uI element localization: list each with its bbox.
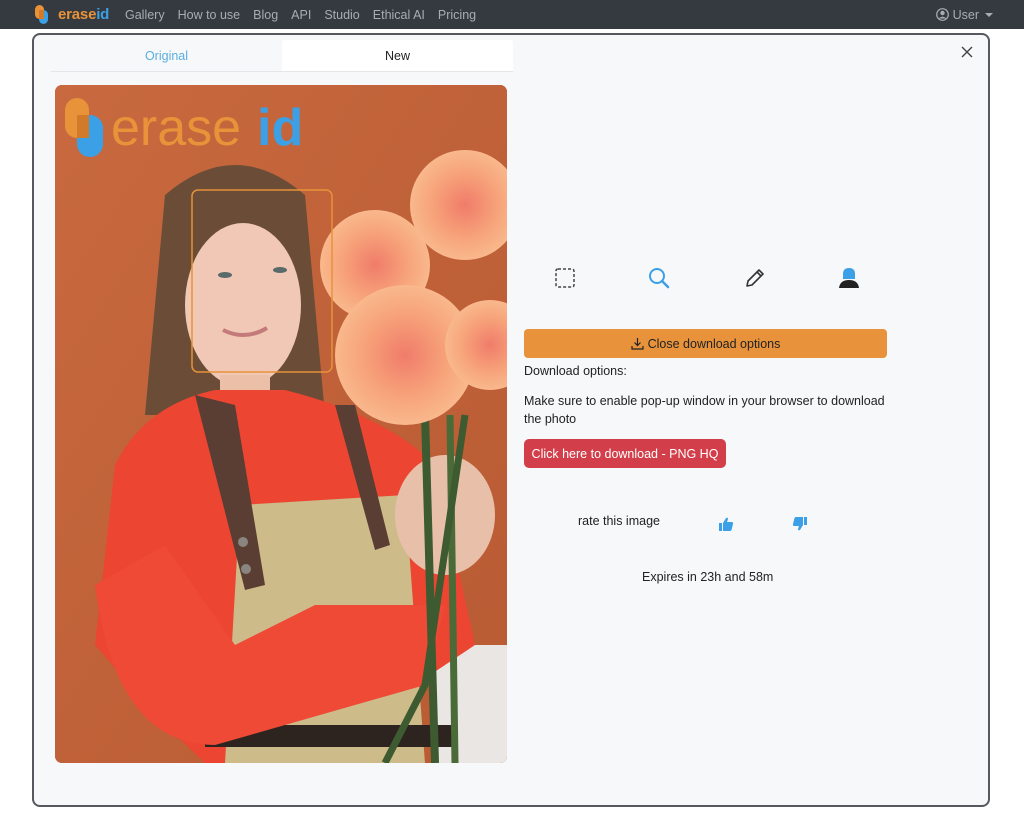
nav-link-how-to-use[interactable]: How to use: [178, 8, 241, 22]
pencil-icon[interactable]: [742, 265, 768, 291]
image-tabs: Original New: [51, 40, 513, 72]
nav-link-ethical-ai[interactable]: Ethical AI: [373, 8, 425, 22]
popup-notice: Make sure to enable pop-up window in you…: [524, 394, 885, 426]
download-png-hq-button[interactable]: Click here to download - PNG HQ: [524, 439, 726, 468]
nav-link-api[interactable]: API: [291, 8, 311, 22]
user-menu-dropdown[interactable]: User: [935, 0, 993, 29]
editing-toolbar: [544, 265, 894, 295]
download-icon: [631, 338, 644, 350]
eraseid-logo-icon: [33, 4, 51, 25]
caret-down-icon: [985, 12, 993, 17]
nav-link-pricing[interactable]: Pricing: [438, 8, 476, 22]
rate-image-label: rate this image: [578, 514, 660, 528]
close-icon[interactable]: [960, 45, 974, 59]
tab-new[interactable]: New: [282, 40, 513, 71]
nav-link-studio[interactable]: Studio: [324, 8, 359, 22]
tab-original[interactable]: Original: [51, 40, 282, 71]
dashed-square-icon[interactable]: [552, 265, 578, 291]
brand-name-id: id: [96, 6, 110, 23]
watermark-id: id: [257, 99, 303, 157]
watermark-erase: erase: [111, 99, 241, 157]
user-circle-icon: [935, 8, 949, 21]
nav-link-gallery[interactable]: Gallery: [125, 8, 165, 22]
top-navbar: eraseid Gallery How to use Blog API Stud…: [0, 0, 1024, 29]
expiry-text: Expires in 23h and 58m: [642, 570, 774, 584]
thumbs-down-icon[interactable]: [792, 516, 808, 532]
close-download-options-label: Close download options: [647, 336, 781, 351]
brand-logo[interactable]: eraseid: [33, 4, 109, 25]
image-result-modal: Original New erase id Close download opt…: [32, 33, 990, 807]
nav-links: Gallery How to use Blog API Studio Ethic…: [125, 0, 489, 29]
thumbs-up-icon[interactable]: [718, 516, 734, 532]
user-label: User: [952, 7, 979, 22]
nav-link-blog[interactable]: Blog: [253, 8, 278, 22]
download-options-heading: Download options:: [524, 364, 627, 378]
person-icon[interactable]: [836, 265, 862, 291]
result-image: erase id: [55, 85, 507, 763]
magnifier-icon[interactable]: [646, 265, 672, 291]
brand-name-erase: erase: [58, 6, 97, 23]
brand-name: eraseid: [58, 6, 109, 23]
close-download-options-button[interactable]: Close download options: [524, 329, 887, 358]
